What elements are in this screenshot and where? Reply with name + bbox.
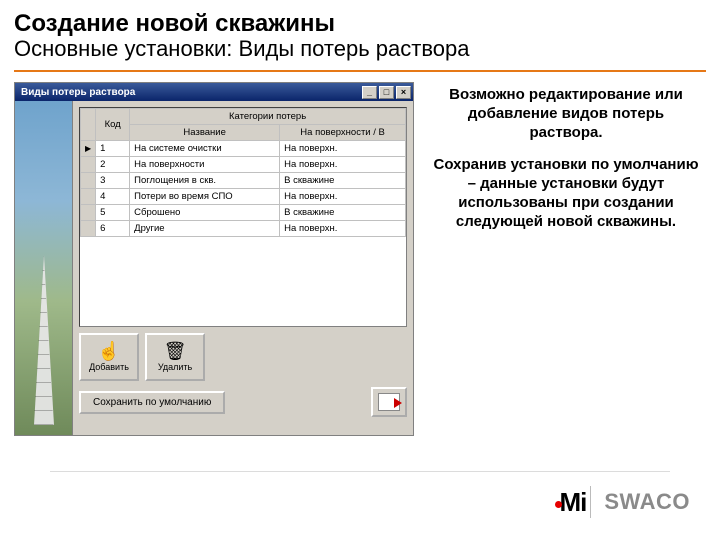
slide-title-block: Создание новой скважины Основные установ…	[0, 0, 720, 64]
row-selector[interactable]	[81, 173, 96, 189]
title-line2: Основные установки: Виды потерь раствора	[14, 36, 706, 62]
logo-mi: Mi	[555, 487, 586, 518]
col-group: Категории потерь	[130, 109, 406, 125]
cell-name[interactable]: Сброшено	[130, 205, 280, 221]
col-code[interactable]: Код	[96, 109, 130, 141]
row-selector[interactable]	[81, 157, 96, 173]
cell-where[interactable]: На поверхн.	[280, 189, 406, 205]
logo-swaco: SWACO	[604, 489, 690, 515]
cell-name[interactable]: На системе очистки	[130, 141, 280, 157]
sidebar-photo	[15, 101, 73, 435]
table-row[interactable]: 6 Другие На поверхн.	[81, 221, 406, 237]
trash-icon: 🗑	[164, 342, 187, 360]
footer-logo: Mi SWACO	[555, 486, 690, 518]
save-default-button[interactable]: Сохранить по умолчанию	[79, 391, 225, 414]
close-button[interactable]: ×	[396, 86, 411, 99]
row-selector[interactable]	[81, 205, 96, 221]
add-button[interactable]: ☝ Добавить	[79, 333, 139, 381]
loss-types-grid[interactable]: Код Категории потерь Название На поверхн…	[79, 107, 407, 327]
cell-name[interactable]: Другие	[130, 221, 280, 237]
cell-code[interactable]: 4	[96, 189, 130, 205]
explain-p2: Сохранив установки по умолчанию – данные…	[432, 156, 700, 231]
add-label: Добавить	[89, 362, 129, 372]
cell-where[interactable]: На поверхн.	[280, 221, 406, 237]
cell-where[interactable]: В скважине	[280, 205, 406, 221]
cell-code[interactable]: 6	[96, 221, 130, 237]
cell-name[interactable]: Потери во время СПО	[130, 189, 280, 205]
window-title: Виды потерь раствора	[21, 87, 135, 98]
hand-icon: ☝	[98, 342, 120, 360]
explanation-block: Возможно редактирование или добавление в…	[432, 82, 706, 436]
cell-where[interactable]: На поверхн.	[280, 157, 406, 173]
exit-icon	[378, 393, 400, 411]
delete-button[interactable]: 🗑 Удалить	[145, 333, 205, 381]
footer-divider	[50, 471, 670, 472]
explain-p1: Возможно редактирование или добавление в…	[432, 86, 700, 142]
cell-code[interactable]: 3	[96, 173, 130, 189]
col-name[interactable]: Название	[130, 125, 280, 141]
window-titlebar: Виды потерь раствора _ □ ×	[15, 83, 413, 101]
delete-label: Удалить	[158, 362, 192, 372]
table-row[interactable]: 3 Поглощения в скв. В скважине	[81, 173, 406, 189]
row-selector[interactable]	[81, 189, 96, 205]
cell-where[interactable]: На поверхн.	[280, 141, 406, 157]
cell-code[interactable]: 1	[96, 141, 130, 157]
row-selector[interactable]	[81, 221, 96, 237]
cell-code[interactable]: 5	[96, 205, 130, 221]
cell-name[interactable]: На поверхности	[130, 157, 280, 173]
minimize-button[interactable]: _	[362, 86, 377, 99]
maximize-button[interactable]: □	[379, 86, 394, 99]
cell-name[interactable]: Поглощения в скв.	[130, 173, 280, 189]
table-row[interactable]: 5 Сброшено В скважине	[81, 205, 406, 221]
table-row[interactable]: 2 На поверхности На поверхн.	[81, 157, 406, 173]
col-where[interactable]: На поверхности / В	[280, 125, 406, 141]
logo-separator	[590, 486, 591, 518]
table-row[interactable]: 1 На системе очистки На поверхн.	[81, 141, 406, 157]
row-selector[interactable]	[81, 141, 96, 157]
table-row[interactable]: 4 Потери во время СПО На поверхн.	[81, 189, 406, 205]
app-window: Виды потерь раствора _ □ ×	[14, 82, 414, 436]
grid-corner	[81, 109, 96, 141]
exit-button[interactable]	[371, 387, 407, 417]
logo-mi-text: Mi	[559, 487, 586, 518]
cell-code[interactable]: 2	[96, 157, 130, 173]
cell-where[interactable]: В скважине	[280, 173, 406, 189]
title-line1: Создание новой скважины	[14, 10, 706, 38]
